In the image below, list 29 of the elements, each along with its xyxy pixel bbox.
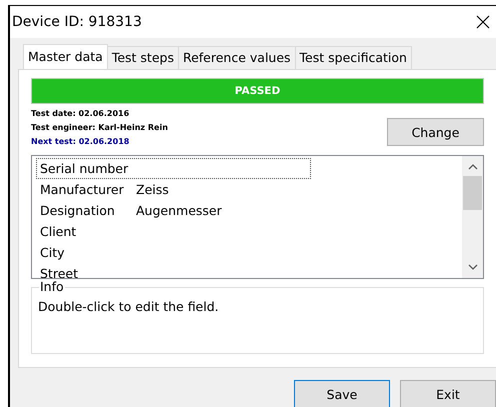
field-label: Client [40, 224, 78, 239]
tab[interactable]: Master data [23, 44, 108, 69]
field-value: Augenmesser [136, 203, 222, 218]
scrollbar-thumb[interactable] [463, 176, 482, 210]
detail-text: Test engineer: Karl-Heinz Rein [31, 123, 168, 132]
detail-text: Next test: 02.06.2018 [31, 137, 130, 146]
window-title: Device ID: 918313 [12, 14, 142, 30]
dialog-button[interactable]: Exit [400, 380, 496, 407]
close-icon[interactable] [476, 15, 490, 29]
field-row[interactable]: Serial number [36, 158, 311, 179]
field-label: Designation [40, 203, 116, 218]
info-text: Double-click to edit the field. [38, 299, 219, 314]
field-row[interactable]: Manufacturer Zeiss [36, 179, 311, 200]
scrollbar[interactable] [462, 156, 483, 278]
field-label: Manufacturer [40, 182, 125, 197]
group-title: Info [39, 279, 65, 294]
field-row[interactable]: Client [36, 221, 311, 242]
status-bar: PASSED [31, 78, 484, 104]
dialog-button[interactable]: Save [294, 380, 390, 407]
detail-text: Test date: 02.06.2016 [31, 109, 130, 118]
tab[interactable]: Test specification [294, 46, 412, 69]
field-label: Street [40, 266, 79, 278]
field-row[interactable]: City [36, 242, 311, 263]
field-value: Zeiss [136, 182, 169, 197]
field-label: Serial number [40, 161, 130, 176]
change-button[interactable]: Change [387, 118, 484, 146]
field-row[interactable]: Designation Augenmesser [36, 200, 311, 221]
field-label: City [40, 245, 66, 260]
field-row[interactable]: Street [36, 263, 311, 278]
